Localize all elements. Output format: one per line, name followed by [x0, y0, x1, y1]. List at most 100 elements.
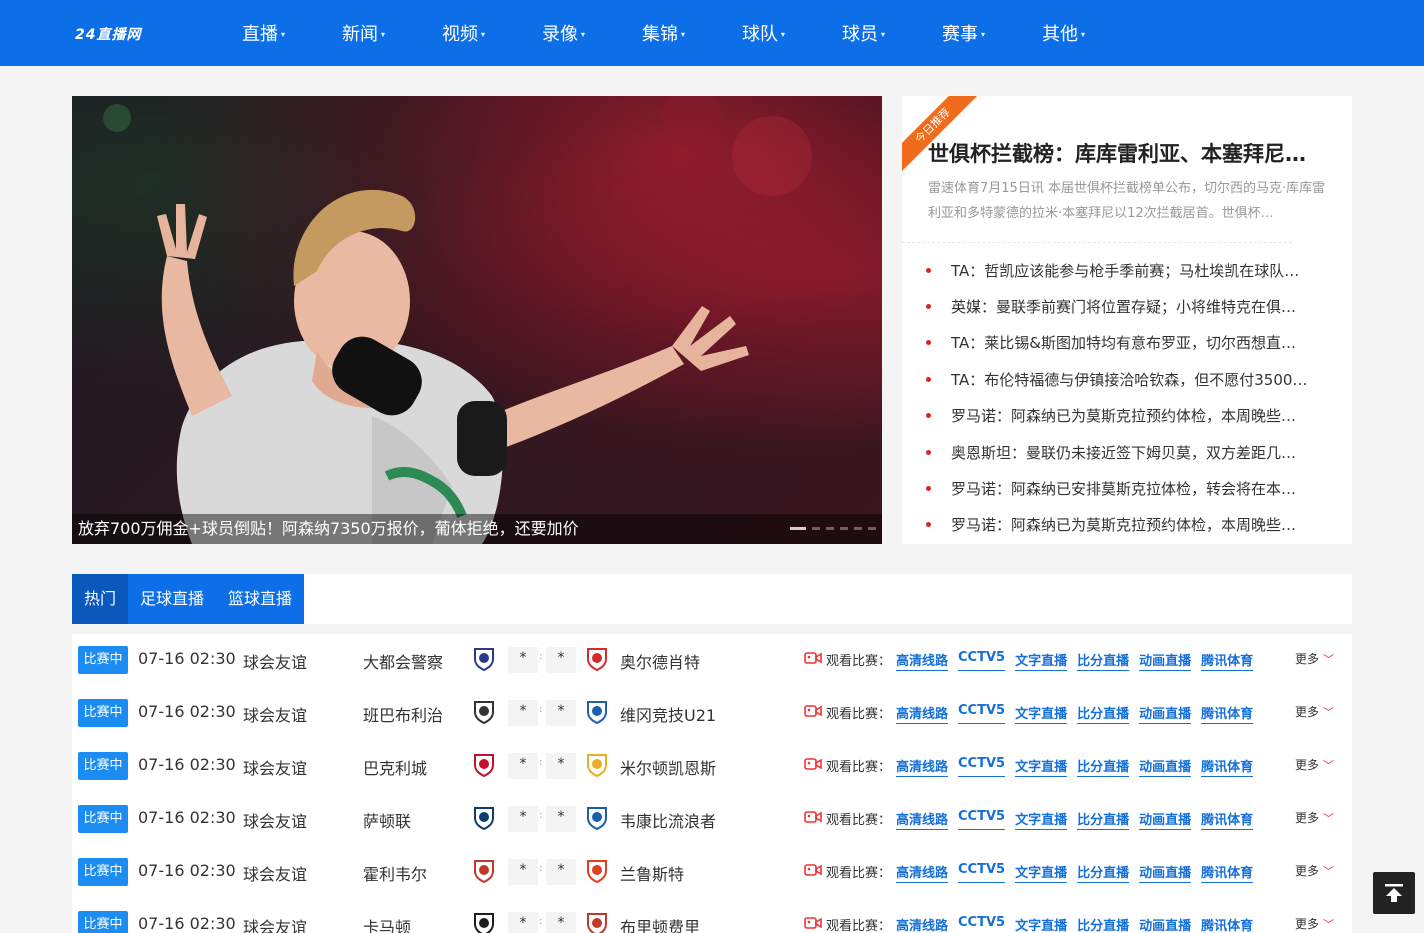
more-button[interactable]: 更多 ﹀ [1295, 809, 1334, 826]
nav-item-4[interactable]: 集锦 ▾ [642, 0, 742, 66]
match-league[interactable]: 球会友谊 [243, 702, 307, 726]
stream-link[interactable]: CCTV5 [958, 915, 1005, 933]
recommend-title[interactable]: 世俱杯拦截榜：库库雷利亚、本塞拜尼… [928, 138, 1328, 168]
news-item-title[interactable]: TA：哲凯应该能参与枪手季前赛；马杜埃凯在球队… [951, 260, 1323, 281]
stream-link[interactable]: 文字直播 [1015, 915, 1067, 933]
news-item-title[interactable]: 英媒：曼联季前赛门将位置存疑；小将维特克在俱… [951, 296, 1323, 317]
hero-caption[interactable]: 放弃700万佣金+球员倒贴！阿森纳7350万报价，葡体拒绝，还要加价 [78, 515, 579, 539]
tab-1[interactable]: 足球直播 [128, 574, 216, 624]
tab-0[interactable]: 热门 [72, 574, 129, 624]
more-button[interactable]: 更多 ﹀ [1295, 703, 1334, 720]
match-league[interactable]: 球会友谊 [243, 861, 307, 885]
nav-item-0[interactable]: 直播 ▾ [242, 0, 342, 66]
stream-link[interactable]: 高清线路 [896, 703, 949, 724]
tab-2[interactable]: 篮球直播 [216, 574, 304, 624]
nav-item-2[interactable]: 视频 ▾ [442, 0, 542, 66]
slider-dot[interactable] [826, 527, 834, 530]
stream-link[interactable]: CCTV5 [958, 862, 1006, 883]
stream-link[interactable]: 文字直播 [1015, 703, 1068, 724]
news-item-title[interactable]: TA：莱比锡&斯图加特均有意布罗亚，切尔西想直… [951, 332, 1323, 353]
back-to-top-button[interactable] [1373, 872, 1415, 914]
news-item[interactable]: 罗马诺：阿森纳已为莫斯克拉预约体检，本周晚些… [926, 507, 1326, 543]
away-team[interactable]: 韦康比流浪者 [620, 808, 716, 832]
stream-link[interactable]: 动画直播 [1139, 862, 1192, 883]
news-item[interactable]: 罗马诺：阿森纳已为莫斯克拉预约体检，本周晚些… [926, 398, 1326, 434]
news-item[interactable]: TA：莱比锡&斯图加特均有意布罗亚，切尔西想直… [926, 325, 1326, 361]
stream-link[interactable]: 腾讯体育 [1201, 915, 1253, 933]
slider-dot[interactable] [840, 527, 848, 530]
stream-link[interactable]: 文字直播 [1015, 650, 1068, 671]
stream-link[interactable]: 高清线路 [896, 809, 949, 830]
more-button[interactable]: 更多 ﹀ [1295, 915, 1334, 932]
stream-link[interactable]: 腾讯体育 [1201, 809, 1254, 830]
stream-link[interactable]: 动画直播 [1139, 809, 1192, 830]
stream-link[interactable]: 文字直播 [1015, 809, 1068, 830]
match-league[interactable]: 球会友谊 [243, 808, 307, 832]
watch-label-text: 观看比赛： [826, 813, 892, 828]
stream-link[interactable]: CCTV5 [958, 650, 1006, 671]
stream-link[interactable]: CCTV5 [958, 756, 1006, 777]
slider-dot[interactable] [854, 527, 862, 530]
news-item-title[interactable]: 奥恩斯坦：曼联仍未接近签下姆贝莫，双方差距几… [951, 442, 1323, 463]
home-team[interactable]: 大都会警察 [363, 649, 443, 673]
news-item-title[interactable]: 罗马诺：阿森纳已为莫斯克拉预约体检，本周晚些… [951, 405, 1323, 426]
news-item-title[interactable]: 罗马诺：阿森纳已为莫斯克拉预约体检，本周晚些… [951, 514, 1323, 535]
news-item[interactable]: 英媒：曼联季前赛门将位置存疑；小将维特克在俱… [926, 288, 1326, 324]
away-team[interactable]: 布里顿费里 [620, 914, 700, 933]
away-team[interactable]: 维冈竞技U21 [620, 702, 716, 726]
stream-link[interactable]: CCTV5 [958, 703, 1006, 724]
nav-item-3[interactable]: 录像 ▾ [542, 0, 642, 66]
slider-dot[interactable] [868, 527, 876, 530]
stream-link[interactable]: 比分直播 [1077, 650, 1130, 671]
stream-link[interactable]: 高清线路 [896, 650, 949, 671]
news-item[interactable]: TA：布伦特福德与伊镇接洽哈钦森，但不愿付3500… [926, 361, 1326, 397]
away-team[interactable]: 兰鲁斯特 [620, 861, 684, 885]
match-league[interactable]: 球会友谊 [243, 755, 307, 779]
news-item[interactable]: 奥恩斯坦：曼联仍未接近签下姆贝莫，双方差距几… [926, 434, 1326, 470]
stream-link[interactable]: 比分直播 [1077, 703, 1130, 724]
stream-link[interactable]: 动画直播 [1139, 703, 1192, 724]
hero-slider[interactable]: 放弃700万佣金+球员倒贴！阿森纳7350万报价，葡体拒绝，还要加价 [72, 96, 882, 544]
news-item-title[interactable]: 罗马诺：阿森纳已安排莫斯克拉体检，转会将在本… [951, 478, 1323, 499]
stream-link[interactable]: 高清线路 [896, 915, 948, 933]
stream-link[interactable]: 比分直播 [1077, 915, 1129, 933]
home-team[interactable]: 霍利韦尔 [363, 861, 427, 885]
site-logo[interactable]: 24直播网 [75, 24, 141, 44]
stream-link[interactable]: 比分直播 [1077, 809, 1130, 830]
nav-item-5[interactable]: 球队 ▾ [742, 0, 842, 66]
more-button[interactable]: 更多 ﹀ [1295, 756, 1334, 773]
news-item[interactable]: 罗马诺：阿森纳已安排莫斯克拉体检，转会将在本… [926, 470, 1326, 506]
stream-link[interactable]: 高清线路 [896, 862, 949, 883]
news-item-title[interactable]: TA：布伦特福德与伊镇接洽哈钦森，但不愿付3500… [951, 369, 1323, 390]
stream-link[interactable]: 动画直播 [1139, 650, 1192, 671]
stream-link[interactable]: 比分直播 [1077, 756, 1130, 777]
stream-link[interactable]: 比分直播 [1077, 862, 1130, 883]
stream-link[interactable]: 动画直播 [1139, 915, 1191, 933]
slider-dot[interactable] [812, 527, 820, 530]
away-team[interactable]: 奥尔德肖特 [620, 649, 700, 673]
home-team[interactable]: 萨顿联 [363, 808, 411, 832]
stream-link[interactable]: 文字直播 [1015, 756, 1068, 777]
stream-link[interactable]: 腾讯体育 [1201, 650, 1254, 671]
nav-item-1[interactable]: 新闻 ▾ [342, 0, 442, 66]
home-team[interactable]: 卡马顿 [363, 914, 411, 933]
home-team[interactable]: 巴克利城 [363, 755, 427, 779]
stream-link[interactable]: 动画直播 [1139, 756, 1192, 777]
stream-link[interactable]: 腾讯体育 [1201, 703, 1254, 724]
stream-link[interactable]: 文字直播 [1015, 862, 1068, 883]
match-league[interactable]: 球会友谊 [243, 649, 307, 673]
nav-item-6[interactable]: 球员 ▾ [842, 0, 942, 66]
home-team[interactable]: 班巴布利治 [363, 702, 443, 726]
stream-link[interactable]: 高清线路 [896, 756, 949, 777]
news-item[interactable]: TA：哲凯应该能参与枪手季前赛；马杜埃凯在球队… [926, 252, 1326, 288]
nav-item-8[interactable]: 其他 ▾ [1042, 0, 1142, 66]
more-button[interactable]: 更多 ﹀ [1295, 862, 1334, 879]
stream-link[interactable]: 腾讯体育 [1201, 756, 1254, 777]
slider-dot[interactable] [790, 527, 806, 530]
match-league[interactable]: 球会友谊 [243, 914, 307, 933]
stream-link[interactable]: CCTV5 [958, 809, 1006, 830]
away-team[interactable]: 米尔顿凯恩斯 [620, 755, 716, 779]
nav-item-7[interactable]: 赛事 ▾ [942, 0, 1042, 66]
stream-link[interactable]: 腾讯体育 [1201, 862, 1254, 883]
more-button[interactable]: 更多 ﹀ [1295, 650, 1334, 667]
